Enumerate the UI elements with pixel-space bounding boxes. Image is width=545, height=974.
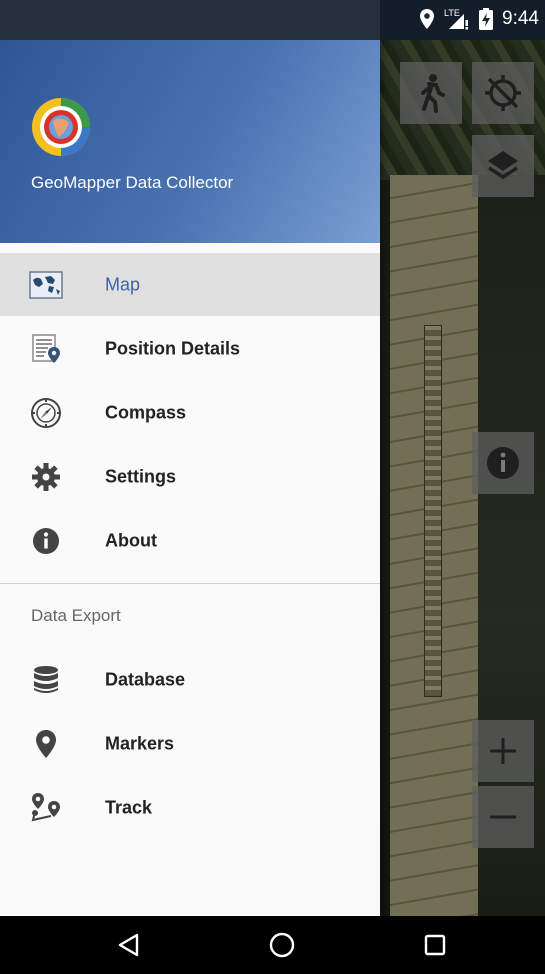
- plus-icon: [490, 738, 516, 764]
- recents-square-icon: [424, 934, 446, 956]
- recents-button[interactable]: [405, 916, 465, 974]
- gps-toggle-button[interactable]: [472, 62, 534, 124]
- back-button[interactable]: [99, 916, 159, 974]
- app-logo-icon: [32, 98, 90, 156]
- menu-item-label: Database: [105, 669, 186, 689]
- info-icon: [29, 524, 63, 558]
- status-bar: LTE 9:44: [0, 0, 545, 40]
- world-map-icon: [29, 268, 63, 302]
- menu-item-settings[interactable]: Settings: [0, 445, 380, 508]
- menu-item-label: Markers: [105, 733, 175, 753]
- menu-item-label: Map: [105, 274, 141, 294]
- menu-item-markers[interactable]: Markers: [0, 712, 380, 775]
- walking-person-icon: [421, 74, 445, 113]
- menu-divider: [0, 583, 380, 584]
- menu-item-position-details[interactable]: Position Details: [0, 317, 380, 380]
- menu-item-label: About: [105, 530, 157, 550]
- status-time: 9:44: [502, 8, 539, 29]
- navigation-drawer: GeoMapper Data Collector Map Position De…: [0, 0, 380, 916]
- menu-item-label: Compass: [105, 402, 187, 422]
- system-navigation-bar: [0, 916, 545, 974]
- menu-item-label: Settings: [105, 466, 177, 486]
- compass-icon: [29, 396, 63, 430]
- gear-icon: [29, 460, 63, 494]
- position-details-icon: [29, 332, 63, 366]
- info-icon: [487, 447, 519, 479]
- home-button[interactable]: [252, 916, 312, 974]
- menu-item-label: Position Details: [105, 338, 241, 358]
- location-disabled-icon: [485, 75, 521, 111]
- map-info-button[interactable]: [472, 432, 534, 494]
- zoom-in-button[interactable]: [472, 720, 534, 782]
- walk-mode-button[interactable]: [400, 62, 462, 124]
- menu-item-compass[interactable]: Compass: [0, 381, 380, 444]
- menu-item-label: Track: [105, 797, 153, 817]
- layers-icon: [488, 151, 518, 180]
- zoom-out-button[interactable]: [472, 786, 534, 848]
- battery-charging-icon: [479, 8, 494, 30]
- signal-icon: LTE: [444, 8, 470, 30]
- app-title: GeoMapper Data Collector: [31, 173, 234, 192]
- minus-icon: [490, 815, 516, 819]
- home-circle-icon: [269, 932, 295, 958]
- marker-icon: [29, 727, 63, 761]
- back-triangle-icon: [118, 933, 139, 957]
- menu-item-database[interactable]: Database: [0, 648, 380, 711]
- menu-item-about[interactable]: About: [0, 509, 380, 572]
- status-icons: LTE 9:44: [419, 8, 539, 30]
- drawer-header: GeoMapper Data Collector: [0, 40, 380, 243]
- menu-item-track[interactable]: Track: [0, 776, 380, 839]
- section-label-data-export: Data Export: [31, 606, 121, 625]
- location-pin-icon: [420, 9, 435, 29]
- menu-item-map[interactable]: Map: [0, 253, 380, 316]
- database-icon: [29, 663, 63, 697]
- track-icon: [29, 791, 63, 825]
- layers-button[interactable]: [472, 135, 534, 197]
